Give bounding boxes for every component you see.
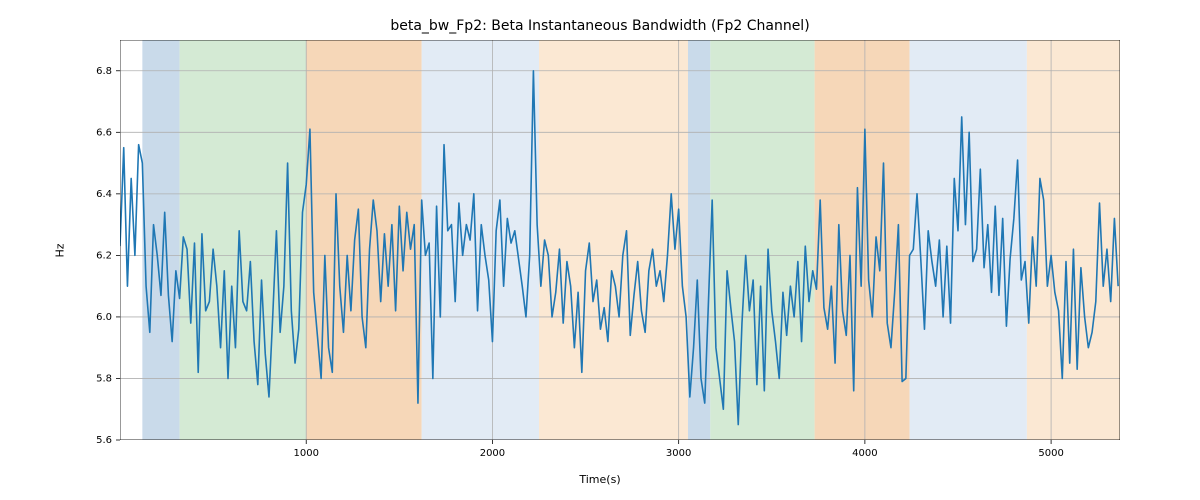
x-tick-label: 4000 [852, 448, 877, 459]
region-band [1027, 40, 1120, 440]
chart-title: beta_bw_Fp2: Beta Instantaneous Bandwidt… [0, 18, 1200, 34]
x-tick-label: 1000 [293, 448, 318, 459]
region-band [710, 40, 814, 440]
region-band [539, 40, 688, 440]
y-axis-label: Hz [50, 0, 70, 500]
y-tick-label: 6.2 [96, 250, 112, 261]
y-tick-label: 6.6 [96, 127, 112, 138]
x-tick-label: 2000 [480, 448, 505, 459]
y-tick-label: 5.8 [96, 373, 112, 384]
x-axis-label: Time(s) [0, 473, 1200, 486]
y-tick-label: 6.8 [96, 66, 112, 77]
x-tick-label: 5000 [1038, 448, 1063, 459]
axes [120, 40, 1120, 440]
x-tick-label: 3000 [666, 448, 691, 459]
figure: beta_bw_Fp2: Beta Instantaneous Bandwidt… [0, 0, 1200, 500]
y-tick-label: 6.0 [96, 312, 112, 323]
region-band [180, 40, 307, 440]
plot-area [120, 40, 1120, 440]
y-tick-label: 6.4 [96, 189, 112, 200]
region-band [142, 40, 179, 440]
y-tick-label: 5.6 [96, 435, 112, 446]
